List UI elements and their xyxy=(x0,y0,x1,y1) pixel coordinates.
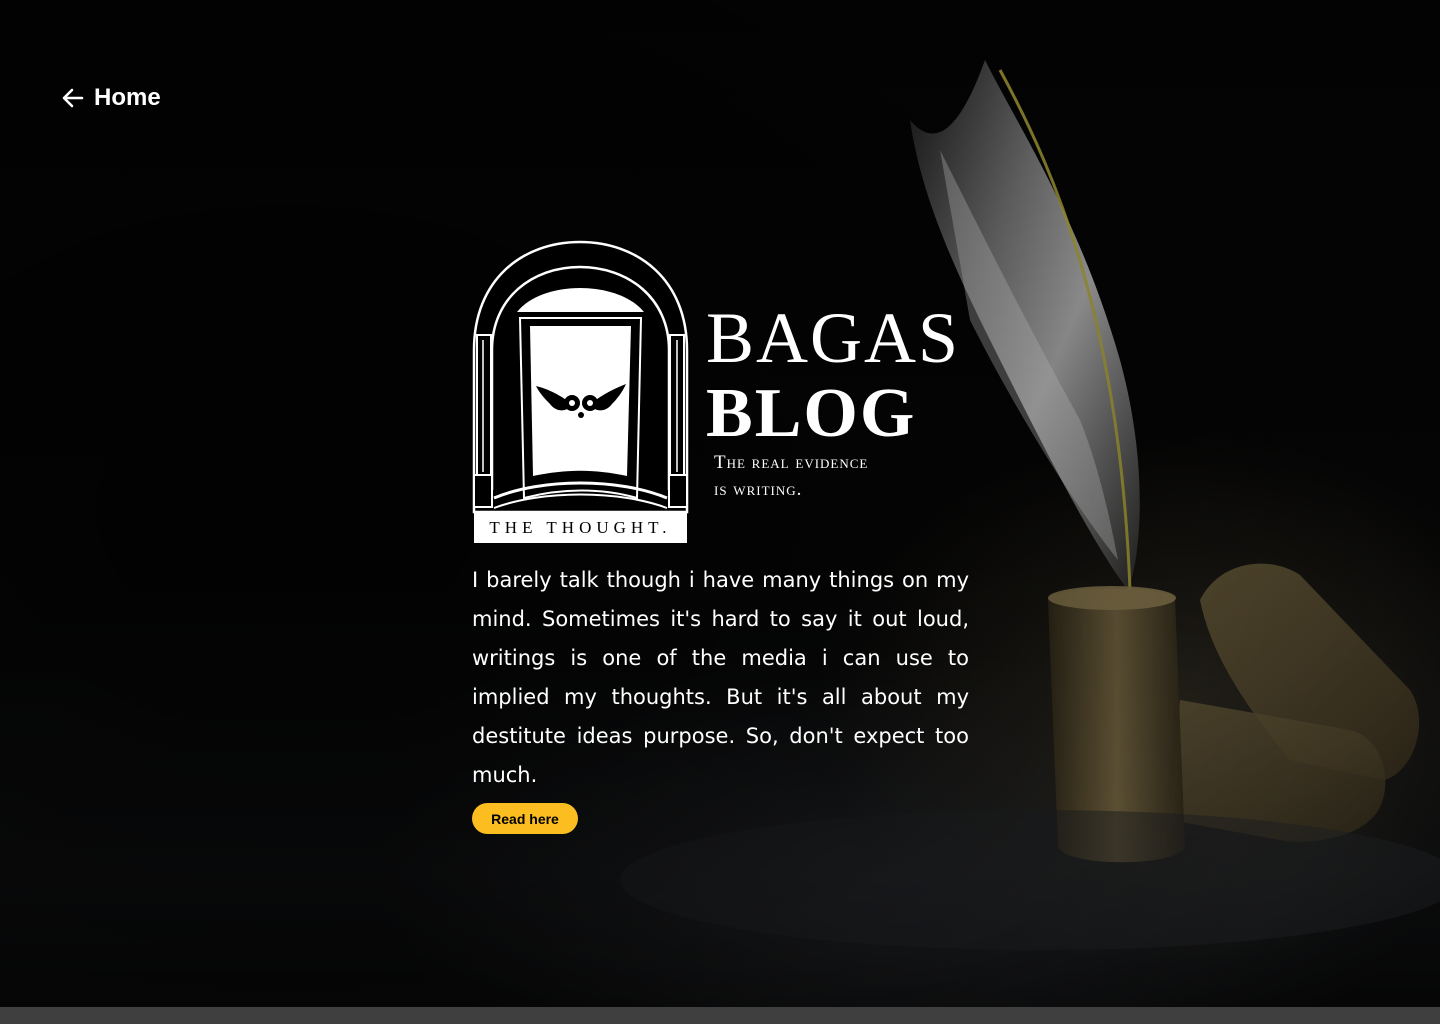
blog-title: BAGAS BLOG xyxy=(706,300,960,452)
read-here-button[interactable]: Read here xyxy=(472,803,578,834)
intro-description: I barely talk though i have many things … xyxy=(472,568,969,787)
blog-title-line1: BAGAS xyxy=(706,298,961,378)
background-quill-and-corks-image xyxy=(0,0,1440,1024)
tagline-line2: is writing. xyxy=(714,479,803,500)
home-back-link[interactable]: Home xyxy=(60,84,161,112)
home-link-label: Home xyxy=(94,84,161,111)
badge-caption: THE THOUGHT. xyxy=(474,512,687,543)
arrow-left-icon xyxy=(60,85,86,111)
bottom-bar xyxy=(0,1007,1440,1024)
blog-logo-badge xyxy=(472,240,689,514)
page: Home THE THOUGHT. BAGAS BLOG The real ev… xyxy=(0,0,1440,1024)
tagline-line1: The real evidence xyxy=(714,452,869,473)
blog-tagline: The real evidence is writing. xyxy=(714,449,954,503)
blog-title-line2: BLOG xyxy=(706,375,917,452)
